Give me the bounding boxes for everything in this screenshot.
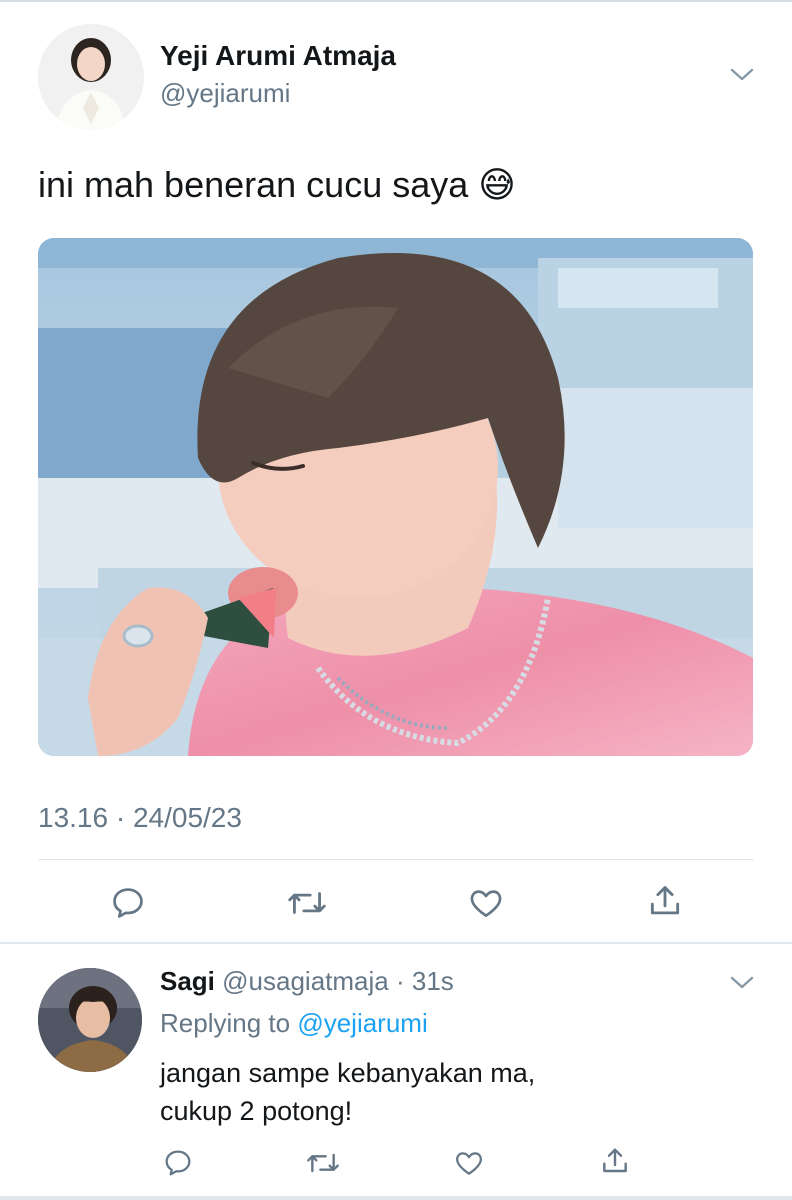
emoji-sweat-smile: 😅	[478, 165, 516, 206]
chevron-down-icon[interactable]	[729, 66, 755, 84]
reply-share-icon[interactable]	[599, 1145, 631, 1177]
replying-to-handle[interactable]: @yejiarumi	[297, 1008, 427, 1038]
top-border	[0, 0, 792, 2]
retweet-icon[interactable]	[285, 884, 329, 922]
author-avatar[interactable]	[38, 24, 144, 130]
share-icon[interactable]	[646, 882, 684, 920]
author-name[interactable]: Yeji Arumi Atmaja	[160, 40, 396, 72]
tweet-text-row: ini mah beneran cucu saya 😅	[38, 164, 516, 206]
replying-to-label: Replying to	[160, 1008, 291, 1038]
reply-text-line1: jangan sampe kebanyakan ma,	[160, 1058, 536, 1088]
author-handle[interactable]: @yejiarumi	[160, 78, 290, 109]
reply-header: Sagi @usagiatmaja · 31s	[160, 966, 454, 997]
reply-icon[interactable]	[109, 884, 147, 922]
reply-time: · 31s	[395, 966, 454, 996]
reply-retweet-icon[interactable]	[304, 1147, 342, 1179]
actions-divider	[38, 859, 754, 860]
reply-author-name[interactable]: Sagi	[160, 966, 215, 996]
tweet-image[interactable]	[38, 238, 753, 756]
reply-avatar[interactable]	[38, 968, 142, 1072]
reply-reply-icon[interactable]	[162, 1147, 194, 1179]
bottom-divider	[0, 1196, 792, 1200]
tweet-timestamp[interactable]: 13.16 · 24/05/23	[38, 802, 242, 834]
replying-to: Replying to @yejiarumi	[160, 1008, 428, 1039]
reply-chevron-down-icon[interactable]	[729, 974, 755, 992]
reply-text-line2: cukup 2 potong!	[160, 1096, 353, 1126]
like-icon[interactable]	[467, 884, 505, 922]
section-divider	[0, 942, 792, 944]
reply-like-icon[interactable]	[453, 1147, 485, 1179]
reply-author-handle[interactable]: @usagiatmaja	[222, 966, 389, 996]
tweet-text: ini mah beneran cucu saya	[38, 164, 469, 205]
